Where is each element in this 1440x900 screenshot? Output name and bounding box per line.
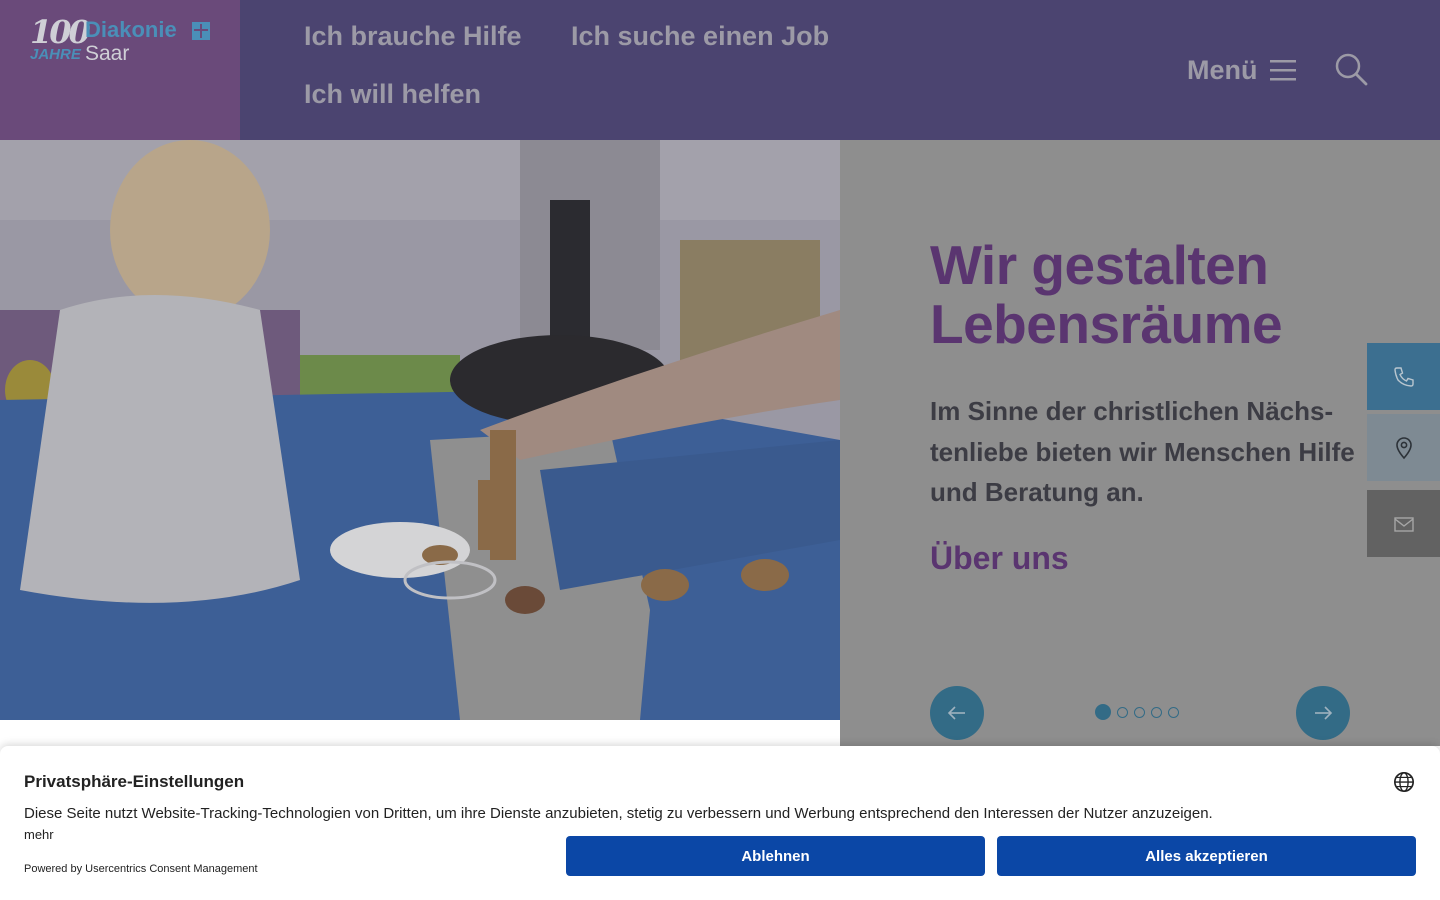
slider-dot-3[interactable] [1134,706,1145,718]
nav-link-ich-brauche-hilfe[interactable]: Ich brauche Hilfe [304,21,522,52]
slider-next-button[interactable] [1296,686,1350,740]
menu-button[interactable]: Menü [1187,52,1296,88]
consent-title: Privatsphäre-Einstellungen [24,772,245,791]
slider-dot-5[interactable] [1168,706,1179,718]
hero-image [0,140,840,720]
hero-description: Im Sinne der christlichen Nächs­tenliebe… [930,396,1355,507]
slider-dot-1[interactable] [1095,704,1111,720]
deny-button[interactable]: Ablehnen [566,836,985,876]
mail-icon [1393,516,1414,532]
location-pin-icon [1395,436,1412,459]
consent-more-link[interactable]: mehr [24,827,54,842]
nav-link-ich-suche-einen-job[interactable]: Ich suche einen Job [571,21,829,52]
slider-dot-4[interactable] [1151,706,1162,718]
accept-all-button[interactable]: Alles akzeptieren [997,836,1416,876]
contact-phone-button[interactable] [1367,343,1440,410]
consent-banner: Privatsphäre-Einstellungen Diese Seite n… [0,746,1440,900]
menu-label: Menü [1187,54,1258,85]
phone-icon [1393,366,1414,387]
contact-mail-button[interactable] [1367,490,1440,557]
nav-link-ich-will-helfen[interactable]: Ich will helfen [304,79,481,110]
consent-powered-by: Powered by Usercentrics Consent Manageme… [24,863,258,875]
logo[interactable]: 100 JAHRE Diakonie Saar [0,0,240,140]
site-header: 100 JAHRE Diakonie Saar Ich brauche Hilf… [0,0,1440,140]
logo-jahre: JAHRE [30,46,81,63]
contact-location-button[interactable] [1367,414,1440,481]
globe-icon[interactable] [1393,771,1415,793]
diakonie-cross-icon [192,22,210,40]
logo-brand: Diakonie [85,17,177,42]
logo-region: Saar [85,42,130,65]
consent-text: Diese Seite nutzt Website-Tracking-Techn… [24,805,1213,822]
about-us-link[interactable]: Über uns [930,540,1069,577]
slider-prev-button[interactable] [930,686,984,740]
slider-dot-2[interactable] [1117,706,1128,718]
search-icon[interactable] [1334,52,1368,86]
arrow-left-icon [947,706,965,720]
logo-100: 100 [30,13,91,51]
arrow-right-icon [1315,706,1333,720]
hero-title: Wir gestalten Lebensräume [930,234,1283,355]
hero-photo-illustration [0,140,840,720]
hamburger-icon [1269,60,1296,81]
slider-pagination [1095,704,1179,720]
